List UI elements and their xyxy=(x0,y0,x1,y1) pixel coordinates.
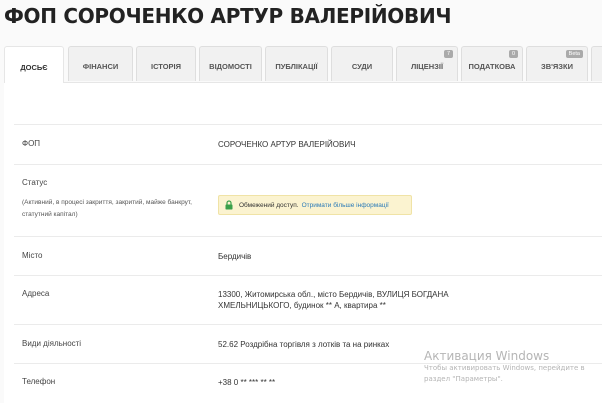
divider xyxy=(14,275,602,276)
get-more-info-link[interactable]: Отримати більше інформації xyxy=(302,202,389,209)
divider xyxy=(14,236,602,237)
city-value: Бердичів xyxy=(218,252,252,261)
phone-label: Телефон xyxy=(22,377,56,386)
tab-publications[interactable]: ПУБЛІКАЦІЇ xyxy=(265,46,328,81)
tab-connections[interactable]: Beta ЗВ'ЯЗКИ xyxy=(526,46,588,81)
address-value-line1: 13300, Житомирська обл., місто Бердичів,… xyxy=(218,290,449,299)
tab-dossier[interactable]: ДОСЬЄ xyxy=(4,46,64,83)
tab-label: ІСТОРІЯ xyxy=(150,61,182,71)
divider xyxy=(14,164,602,165)
tab-licenses[interactable]: 7 ЛІЦЕНЗІЇ xyxy=(396,46,458,81)
watermark-title: Активация Windows xyxy=(424,349,550,363)
tab-more[interactable] xyxy=(591,46,602,81)
licenses-count-badge: 7 xyxy=(443,50,453,58)
windows-activation-watermark: Активация Windows Чтобы активировать Win… xyxy=(424,349,585,385)
tab-history[interactable]: ІСТОРІЯ xyxy=(136,46,196,81)
tab-label: ВІДОМОСТІ xyxy=(209,61,252,71)
tab-label: ДОСЬЄ xyxy=(20,62,48,72)
notice-text: Обмежений доступ. xyxy=(239,201,299,209)
tax-count-badge: 0 xyxy=(508,50,518,58)
address-label: Адреса xyxy=(22,289,50,298)
tab-label: ПОДАТКОВА xyxy=(468,61,516,71)
watermark-line: раздел "Параметры". xyxy=(424,375,503,383)
activities-value: 52.62 Роздрібна торгівля з лотків та на … xyxy=(218,340,390,349)
address-value-line2: ХМЕЛЬНИЦЬКОГО, будинок ** А, квартира ** xyxy=(218,301,386,310)
fop-value: СОРОЧЕНКО АРТУР ВАЛЕРІЙОВИЧ xyxy=(218,140,356,149)
tab-label: ЗВ'ЯЗКИ xyxy=(541,61,573,71)
fop-label: ФОП xyxy=(22,139,41,148)
tab-label: ФІНАНСИ xyxy=(82,61,119,71)
status-sublabel: (Активний, в процесі закриття, закритий,… xyxy=(22,199,192,218)
tab-finance[interactable]: ФІНАНСИ xyxy=(68,46,133,81)
city-label: Місто xyxy=(22,251,43,260)
lock-icon xyxy=(225,200,233,210)
divider xyxy=(14,324,602,325)
activities-label: Види діяльності xyxy=(22,339,82,348)
phone-value: +38 0 ** *** ** ** xyxy=(218,378,276,387)
tab-records[interactable]: ВІДОМОСТІ xyxy=(199,46,262,81)
divider xyxy=(14,124,602,125)
tab-bar: ДОСЬЄ ФІНАНСИ ІСТОРІЯ ВІДОМОСТІ ПУБЛІКАЦ… xyxy=(4,46,602,83)
beta-badge: Beta xyxy=(565,50,583,58)
tab-courts[interactable]: СУДИ xyxy=(331,46,393,81)
status-label: Статус xyxy=(22,178,48,187)
watermark-line: Чтобы активировать Windows, перейдите в xyxy=(424,364,585,372)
tab-label: СУДИ xyxy=(351,61,373,71)
tab-tax[interactable]: 0 ПОДАТКОВА xyxy=(461,46,523,81)
tab-label: ЛІЦЕНЗІЇ xyxy=(410,61,444,71)
tab-label: ПУБЛІКАЦІЇ xyxy=(275,61,318,71)
restricted-access-notice: Обмежений доступ. Отримати більше інформ… xyxy=(218,195,412,215)
page-title: ФОП СОРОЧЕНКО АРТУР ВАЛЕРІЙОВИЧ xyxy=(4,4,452,28)
